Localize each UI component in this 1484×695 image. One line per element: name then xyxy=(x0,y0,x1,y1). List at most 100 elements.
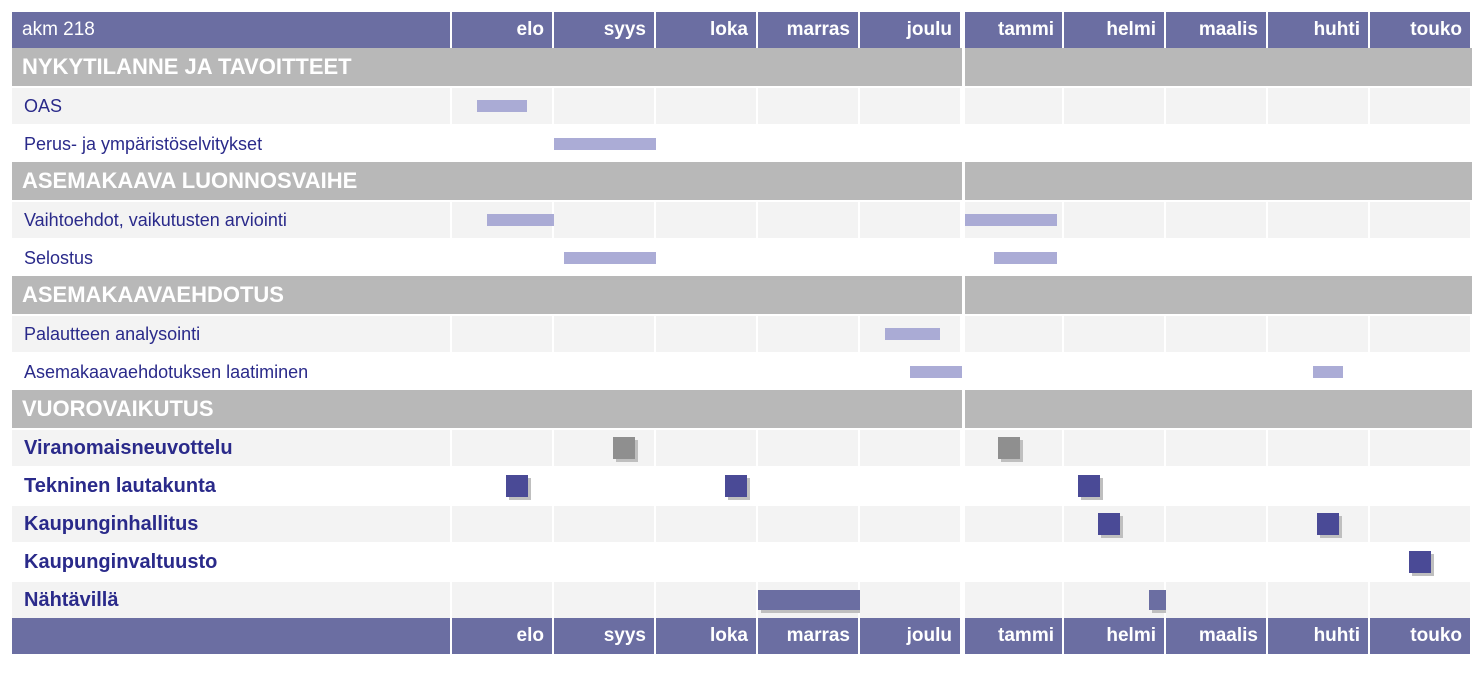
task-label: Asemakaavaehdotuksen laatiminen xyxy=(12,352,452,390)
section-cell xyxy=(758,390,860,428)
gantt-bar xyxy=(965,214,1057,226)
month-cell xyxy=(758,86,860,124)
month-cell xyxy=(1064,580,1166,618)
month-cell xyxy=(554,542,656,580)
task-row: Viranomaisneuvottelu xyxy=(12,428,1472,466)
month-cell xyxy=(452,124,554,162)
month-cell xyxy=(1166,504,1268,542)
month-cell xyxy=(1166,542,1268,580)
month-cell xyxy=(1166,238,1268,276)
section-cell xyxy=(452,390,554,428)
month-cell xyxy=(962,428,1064,466)
month-cell xyxy=(860,542,962,580)
month-cell xyxy=(1064,428,1166,466)
section-cell xyxy=(1268,390,1370,428)
month-cell xyxy=(1370,352,1472,390)
month-cell xyxy=(962,124,1064,162)
gantt-bar xyxy=(885,328,940,340)
section-cell xyxy=(452,276,554,314)
month-cell xyxy=(1064,314,1166,352)
task-row: Selostus xyxy=(12,238,1472,276)
month-header: touko xyxy=(1370,12,1472,48)
month-cell xyxy=(452,86,554,124)
section-cell xyxy=(860,390,962,428)
month-cell xyxy=(860,124,962,162)
month-cell xyxy=(758,124,860,162)
month-cell xyxy=(1064,200,1166,238)
month-cell xyxy=(1166,314,1268,352)
month-cell xyxy=(1268,314,1370,352)
task-row: Vaihtoehdot, vaikutusten arviointi xyxy=(12,200,1472,238)
section-cell xyxy=(1268,276,1370,314)
section-cell xyxy=(758,276,860,314)
section-cell xyxy=(1064,48,1166,86)
month-header: helmi xyxy=(1064,12,1166,48)
month-cell xyxy=(452,352,554,390)
month-footer: syys xyxy=(554,618,656,654)
month-cell xyxy=(452,580,554,618)
month-cell xyxy=(758,352,860,390)
task-row: Palautteen analysointi xyxy=(12,314,1472,352)
milestone-marker xyxy=(1078,475,1100,497)
month-cell xyxy=(656,504,758,542)
month-cell xyxy=(962,86,1064,124)
month-cell xyxy=(1064,352,1166,390)
section-cell xyxy=(554,276,656,314)
section-cell xyxy=(452,162,554,200)
month-cell xyxy=(1370,466,1472,504)
month-cell xyxy=(758,200,860,238)
month-cell xyxy=(1268,542,1370,580)
month-cell xyxy=(656,466,758,504)
month-cell xyxy=(1370,314,1472,352)
section-cell xyxy=(962,390,1064,428)
month-cell xyxy=(656,314,758,352)
month-cell xyxy=(452,504,554,542)
task-label: Tekninen lautakunta xyxy=(12,466,452,504)
task-row: Perus- ja ympäristöselvitykset xyxy=(12,124,1472,162)
month-header: huhti xyxy=(1268,12,1370,48)
task-label: Kaupunginvaltuusto xyxy=(12,542,452,580)
month-cell xyxy=(1064,86,1166,124)
section-cell xyxy=(860,276,962,314)
task-label: OAS xyxy=(12,86,452,124)
month-cell xyxy=(962,466,1064,504)
month-cell xyxy=(860,86,962,124)
section-cell xyxy=(656,276,758,314)
section-cell xyxy=(1370,390,1472,428)
task-label: Vaihtoehdot, vaikutusten arviointi xyxy=(12,200,452,238)
month-cell xyxy=(758,466,860,504)
month-header: syys xyxy=(554,12,656,48)
month-cell xyxy=(962,542,1064,580)
section-cell xyxy=(554,48,656,86)
task-label: Kaupunginhallitus xyxy=(12,504,452,542)
section-cell xyxy=(1166,276,1268,314)
month-cell xyxy=(1166,580,1268,618)
section-cell xyxy=(860,48,962,86)
gantt-header-top: akm 218elosyyslokamarrasjoulutammihelmim… xyxy=(12,12,1472,48)
month-cell xyxy=(1166,466,1268,504)
month-cell xyxy=(962,314,1064,352)
month-cell xyxy=(1268,238,1370,276)
task-label: Nähtävillä xyxy=(12,580,452,618)
month-cell xyxy=(758,580,860,618)
section-cell xyxy=(656,162,758,200)
month-cell xyxy=(554,428,656,466)
footer-spacer xyxy=(12,618,452,654)
month-cell xyxy=(860,466,962,504)
section-cell xyxy=(554,162,656,200)
month-cell xyxy=(758,314,860,352)
month-cell xyxy=(1370,200,1472,238)
month-cell xyxy=(452,200,554,238)
month-cell xyxy=(656,238,758,276)
task-label: Selostus xyxy=(12,238,452,276)
month-header: loka xyxy=(656,12,758,48)
month-cell xyxy=(1370,428,1472,466)
month-cell xyxy=(962,200,1064,238)
gantt-header-bottom: elosyyslokamarrasjoulutammihelmimaalishu… xyxy=(12,618,1472,654)
month-footer: huhti xyxy=(1268,618,1370,654)
section-header: NYKYTILANNE JA TAVOITTEET xyxy=(12,48,1472,86)
task-row: Kaupunginvaltuusto xyxy=(12,542,1472,580)
section-cell xyxy=(1268,48,1370,86)
section-title: VUOROVAIKUTUS xyxy=(12,390,452,428)
month-cell xyxy=(1370,86,1472,124)
